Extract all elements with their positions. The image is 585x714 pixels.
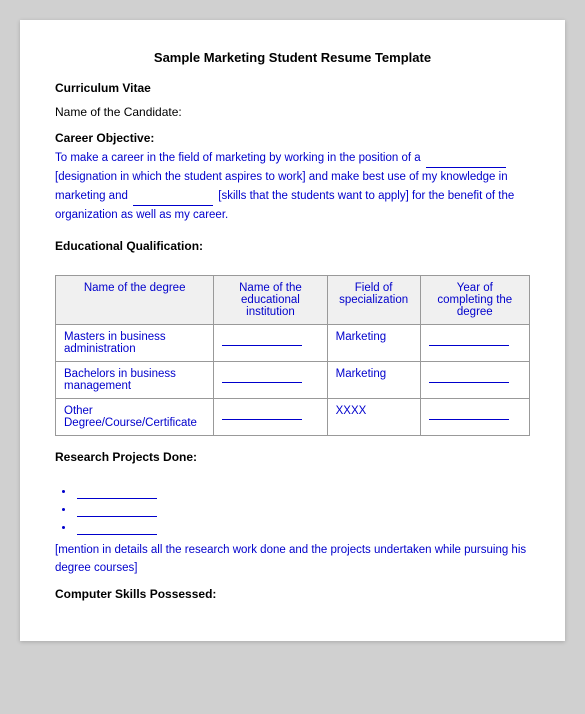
computer-skills-label: Computer Skills Possessed: [55, 587, 530, 601]
educational-qualification-section: Educational Qualification: Name of the d… [55, 239, 530, 436]
blank-1 [426, 149, 506, 168]
row3-institution [214, 398, 327, 435]
row3-year-blank [429, 407, 509, 420]
career-objective-text: To make a career in the field of marketi… [55, 149, 530, 225]
row2-blank [222, 370, 302, 383]
row2-institution [214, 361, 327, 398]
page-title: Sample Marketing Student Resume Template [55, 50, 530, 65]
bullet1-blank [77, 486, 157, 499]
row2-degree: Bachelors in business management [56, 361, 214, 398]
col-header-institution: Name of the educational institution [214, 275, 327, 324]
bullet2-blank [77, 504, 157, 517]
col-header-year: Year of completing the degree [420, 275, 529, 324]
research-label: Research Projects Done: [55, 450, 530, 464]
edu-row-1: Masters in business administration Marke… [56, 324, 530, 361]
candidate-name-label: Name of the Candidate: [55, 105, 530, 119]
research-section: Research Projects Done: [mention in deta… [55, 450, 530, 578]
row3-field: XXXX [327, 398, 420, 435]
row2-field: Marketing [327, 361, 420, 398]
edu-qual-label: Educational Qualification: [55, 239, 530, 253]
blank-2 [133, 187, 213, 206]
row1-year [420, 324, 529, 361]
row2-year-blank [429, 370, 509, 383]
row1-blank [222, 333, 302, 346]
row1-institution [214, 324, 327, 361]
edu-table: Name of the degree Name of the education… [55, 275, 530, 436]
research-bullet-1 [75, 486, 530, 499]
research-bullet-2 [75, 504, 530, 517]
row1-degree: Masters in business administration [56, 324, 214, 361]
research-bullet-3 [75, 522, 530, 535]
bullet3-blank [77, 522, 157, 535]
resume-page: Sample Marketing Student Resume Template… [20, 20, 565, 641]
research-note: [mention in details all the research wor… [55, 541, 530, 578]
row1-field: Marketing [327, 324, 420, 361]
col-header-field: Field of specialization [327, 275, 420, 324]
row3-year [420, 398, 529, 435]
edu-row-2: Bachelors in business management Marketi… [56, 361, 530, 398]
row3-degree: Other Degree/Course/Certificate [56, 398, 214, 435]
row1-year-blank [429, 333, 509, 346]
edu-row-3: Other Degree/Course/Certificate XXXX [56, 398, 530, 435]
career-objective-label: Career Objective: [55, 131, 530, 145]
col-header-degree: Name of the degree [56, 275, 214, 324]
row3-blank [222, 407, 302, 420]
curriculum-vitae-label: Curriculum Vitae [55, 81, 530, 95]
research-bullet-list [75, 486, 530, 535]
row2-year [420, 361, 529, 398]
